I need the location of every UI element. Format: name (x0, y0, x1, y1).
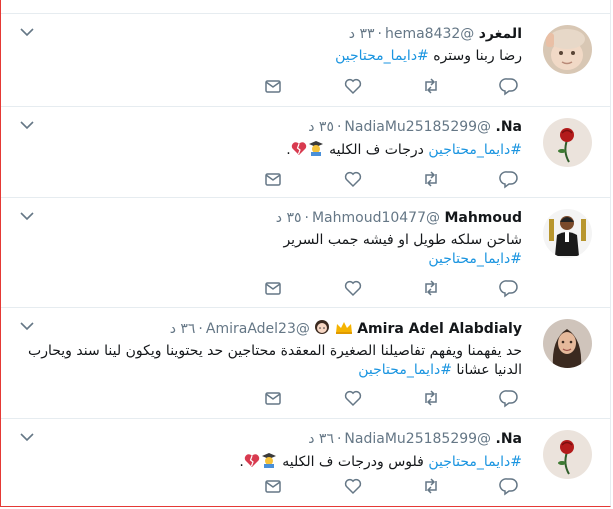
message-icon[interactable] (263, 476, 283, 496)
dot-separator: · (198, 321, 203, 337)
retweet-icon[interactable] (421, 169, 441, 189)
user-handle[interactable]: @AmiraAdel23 (206, 321, 310, 337)
hashtag-link[interactable]: #دايما_محتاجين (428, 454, 522, 470)
tweet[interactable]: المغرد @hema8432·٣٣ د رضا ربنا وستره #دا… (1, 14, 610, 107)
like-icon[interactable] (343, 76, 363, 96)
tweet-time[interactable]: ٣٦ د (170, 321, 196, 337)
user-handle[interactable]: @Mahmoud10477 (312, 210, 440, 226)
tweet-text: #دايما_محتاجين درجات ف الكليه . (7, 140, 522, 160)
avatar[interactable] (543, 25, 592, 74)
tweet-actions (249, 76, 539, 96)
tweet-time[interactable]: ٣٣ د (349, 26, 375, 42)
tweet-actions (249, 388, 539, 408)
user-name[interactable]: Mahmoud (444, 210, 522, 226)
avatar[interactable] (543, 209, 592, 258)
reply-icon[interactable] (499, 476, 519, 496)
message-icon[interactable] (263, 278, 283, 298)
retweet-icon[interactable] (421, 476, 441, 496)
student-emoji-icon (308, 141, 323, 156)
tweet-text: رضا ربنا وستره #دايما_محتاجين (7, 47, 522, 66)
tweet-text-part: درجات ف الكليه (324, 142, 429, 158)
tweet-actions (249, 476, 539, 496)
crown-icon (335, 322, 352, 334)
retweet-icon[interactable] (421, 388, 441, 408)
broken-heart-icon (291, 142, 306, 155)
reply-icon[interactable] (499, 278, 519, 298)
user-name[interactable]: المغرد (479, 26, 522, 42)
dot-separator: · (377, 26, 382, 42)
dot-separator: · (336, 431, 342, 447)
message-icon[interactable] (263, 76, 283, 96)
message-icon[interactable] (263, 388, 283, 408)
tweet-time[interactable]: ٣٦ د (308, 431, 334, 447)
hashtag-link[interactable]: #دايما_محتاجين (335, 48, 429, 64)
user-handle[interactable]: @NadiaMu25185299 (344, 119, 491, 135)
message-icon[interactable] (263, 169, 283, 189)
timeline: المغرد @hema8432·٣٣ د رضا ربنا وستره #دا… (0, 0, 611, 507)
girl-icon (315, 320, 330, 334)
tweet[interactable]: Na. @NadiaMu25185299·٣٦ د #دايما_محتاجين… (1, 419, 610, 506)
like-icon[interactable] (343, 278, 363, 298)
user-name[interactable]: Na. (496, 431, 523, 447)
broken-heart-icon (244, 454, 259, 467)
user-name[interactable]: Na. (496, 119, 523, 135)
reply-icon[interactable] (499, 388, 519, 408)
tweet-text: شاحن سلكه طويل او فيشه جمب السرير #دايما… (277, 231, 522, 269)
tweet-text: #دايما_محتاجين فلوس ودرجات ف الكليه . (7, 452, 522, 472)
avatar[interactable] (543, 430, 592, 479)
user-handle[interactable]: @NadiaMu25185299 (344, 431, 491, 447)
user-name[interactable]: Amira Adel Alabdialy (357, 321, 522, 337)
tweet-time[interactable]: ٣٥ د (308, 119, 334, 135)
dot-separator: · (336, 119, 342, 135)
tweet-time[interactable]: ٣٥ د (276, 210, 302, 226)
tweet-text: حد يفهمنا ويفهم تفاصيلنا الصغيرة المعقدة… (7, 342, 522, 380)
tweet-text-part: شاحن سلكه طويل او فيشه جمب السرير (283, 232, 522, 248)
avatar[interactable] (543, 118, 592, 167)
tweet[interactable]: Mahmoud @Mahmoud10477·٣٥ د شاحن سلكه طوي… (1, 198, 610, 308)
dot-separator: · (304, 210, 309, 226)
hashtag-link[interactable]: #دايما_محتاجين (358, 362, 452, 378)
reply-icon[interactable] (499, 169, 519, 189)
avatar[interactable] (543, 319, 592, 368)
tweet-actions (249, 169, 539, 189)
tweet-text-part: فلوس ودرجات ف الكليه (277, 454, 429, 470)
timeline-top-divider (1, 0, 610, 14)
reply-icon[interactable] (499, 76, 519, 96)
like-icon[interactable] (343, 169, 363, 189)
tweet-actions (249, 278, 539, 298)
like-icon[interactable] (343, 476, 363, 496)
tweet-text-part: رضا ربنا وستره (433, 48, 522, 64)
user-handle[interactable]: @hema8432 (385, 26, 474, 42)
hashtag-link[interactable]: #دايما_محتاجين (428, 142, 522, 158)
tweet[interactable]: Na. @NadiaMu25185299·٣٥ د #دايما_محتاجين… (1, 107, 610, 198)
student-emoji-icon (261, 453, 276, 468)
retweet-icon[interactable] (421, 278, 441, 298)
tweet[interactable]: Amira Adel Alabdialy @AmiraAdel23·٣٦ د ح… (1, 308, 610, 419)
like-icon[interactable] (343, 388, 363, 408)
retweet-icon[interactable] (421, 76, 441, 96)
hashtag-link[interactable]: #دايما_محتاجين (428, 251, 522, 267)
